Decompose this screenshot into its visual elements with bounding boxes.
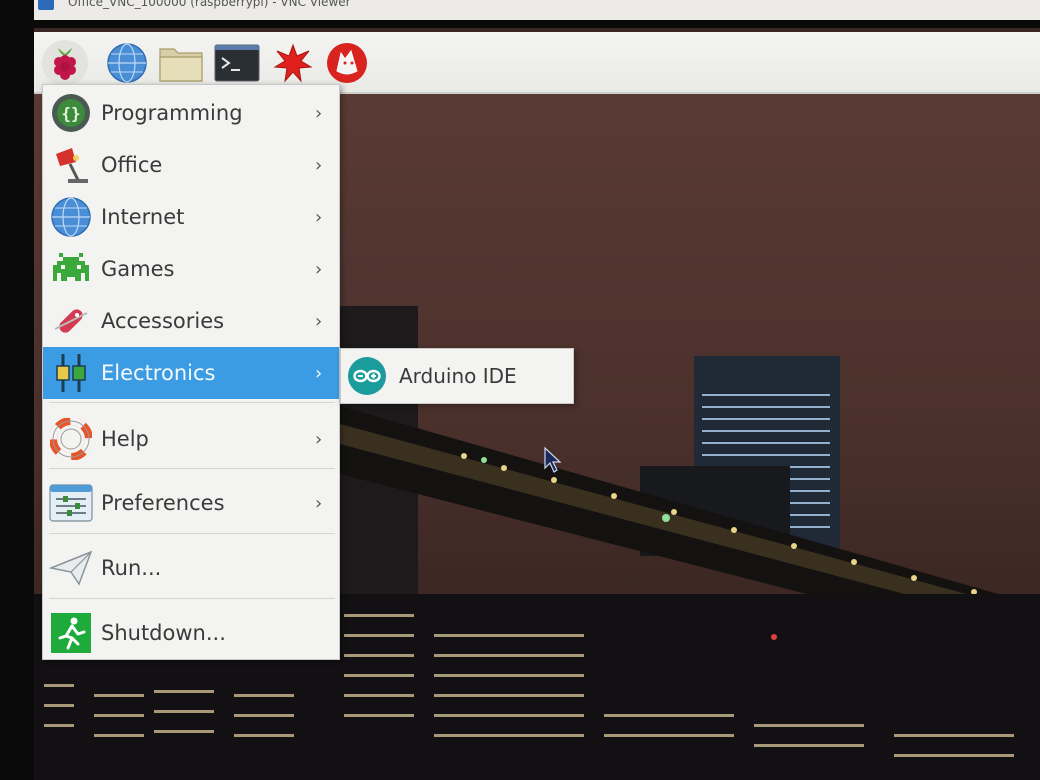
menu-separator — [49, 598, 335, 599]
menu-item-games[interactable]: Games › — [43, 243, 339, 295]
menu-separator — [49, 533, 335, 534]
wolfram-icon — [327, 43, 367, 83]
monitor-frame: Office_VNC_100000 (raspberrypi) - VNC Vi… — [0, 0, 1040, 780]
run-icon — [49, 546, 93, 590]
menu-item-programming[interactable]: {} Programming › — [43, 87, 339, 139]
menu-item-accessories[interactable]: Accessories › — [43, 295, 339, 347]
web-browser-button[interactable] — [104, 40, 150, 86]
vnc-titlebar: Office_VNC_100000 (raspberrypi) - VNC Vi… — [34, 0, 1040, 20]
web-browser-icon — [107, 43, 147, 83]
menu-item-label: Preferences — [101, 491, 225, 515]
chevron-right-icon: › — [315, 102, 323, 124]
menu-item-run[interactable]: Run... — [43, 542, 339, 594]
preferences-icon — [49, 481, 93, 525]
menu-item-office[interactable]: Office › — [43, 139, 339, 191]
mathematica-icon — [273, 43, 313, 83]
mouse-pointer-icon — [544, 446, 562, 473]
svg-text:{}: {} — [61, 104, 80, 123]
menu-item-internet[interactable]: Internet › — [43, 191, 339, 243]
window-title: Office_VNC_100000 (raspberrypi) - VNC Vi… — [68, 0, 351, 9]
menu-item-label: Games — [101, 257, 175, 281]
menu-item-electronics[interactable]: Electronics › — [43, 347, 339, 399]
electronics-submenu: Arduino IDE — [340, 348, 574, 404]
chevron-right-icon: › — [315, 310, 323, 332]
submenu-item-arduino-ide[interactable]: Arduino IDE — [345, 353, 569, 399]
chevron-right-icon: › — [315, 362, 323, 384]
shutdown-icon — [49, 611, 93, 655]
help-icon — [49, 417, 93, 461]
menu-item-label: Shutdown... — [101, 621, 226, 645]
menu-item-label: Run... — [101, 556, 162, 580]
wolfram-button[interactable] — [324, 40, 370, 86]
application-menu: {} Programming › Office › Internet › Gam… — [42, 84, 340, 660]
arduino-icon — [347, 356, 387, 396]
file-manager-icon — [159, 48, 203, 82]
accessories-icon — [49, 299, 93, 343]
chevron-right-icon: › — [315, 428, 323, 450]
internet-icon — [49, 195, 93, 239]
chevron-right-icon: › — [315, 206, 323, 228]
raspberry-menu-icon — [54, 48, 76, 80]
menu-item-help[interactable]: Help › — [43, 413, 339, 465]
menu-item-label: Electronics — [101, 361, 216, 385]
file-manager-button[interactable] — [158, 40, 204, 86]
games-icon — [49, 247, 93, 291]
menu-separator — [49, 468, 335, 469]
menu-separator — [49, 402, 335, 403]
terminal-button[interactable] — [214, 40, 260, 86]
mathematica-button[interactable] — [270, 40, 316, 86]
menu-item-preferences[interactable]: Preferences › — [43, 477, 339, 529]
raspberry-menu-button[interactable] — [42, 40, 88, 86]
programming-icon: {} — [49, 91, 93, 135]
menu-item-label: Accessories — [101, 309, 225, 333]
menu-item-shutdown[interactable]: Shutdown... — [43, 607, 339, 659]
vnc-viewer-icon — [38, 0, 54, 10]
menu-item-label: Help — [101, 427, 149, 451]
menu-item-label: Internet — [101, 205, 185, 229]
remote-desktop[interactable]: {} Programming › Office › Internet › Gam… — [34, 28, 1040, 780]
electronics-icon — [49, 351, 93, 395]
office-icon — [49, 143, 93, 187]
terminal-icon — [214, 44, 260, 82]
chevron-right-icon: › — [315, 154, 323, 176]
submenu-item-label: Arduino IDE — [399, 364, 517, 388]
chevron-right-icon: › — [315, 492, 323, 514]
menu-item-label: Programming — [101, 101, 243, 125]
chevron-right-icon: › — [315, 258, 323, 280]
menu-item-label: Office — [101, 153, 163, 177]
